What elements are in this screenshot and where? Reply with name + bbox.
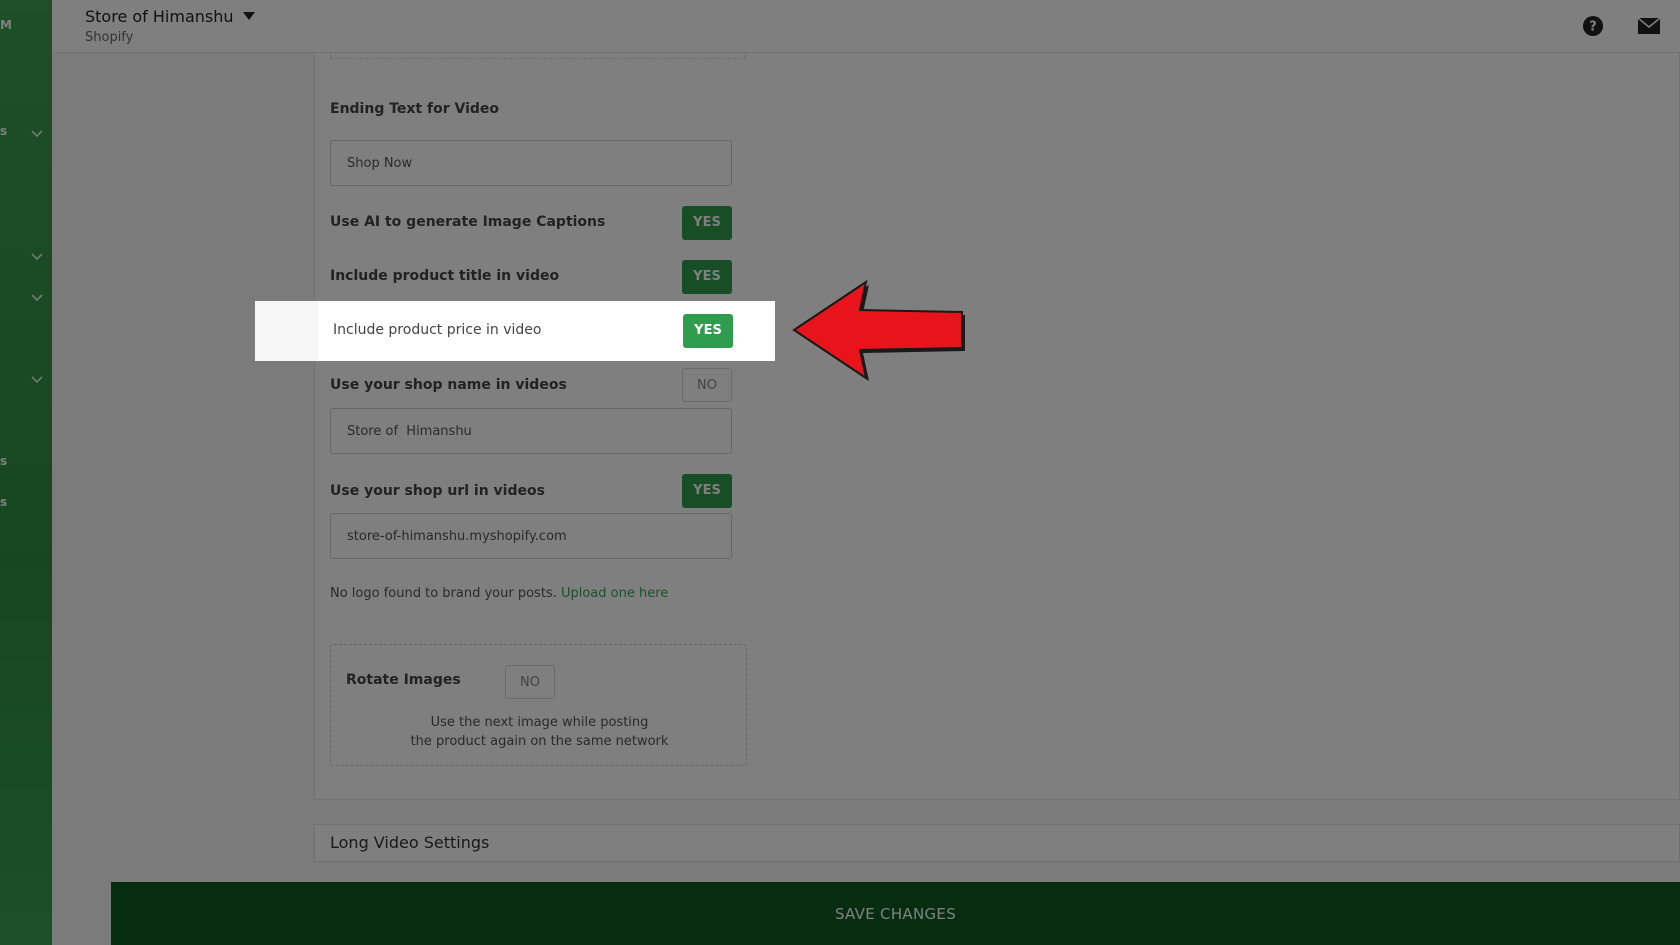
chevron-down-icon[interactable]	[30, 126, 44, 140]
shop-url-label: Use your shop url in videos	[330, 483, 545, 499]
top-header: Store of Himanshu Shopify ?	[52, 0, 1680, 53]
svg-text:?: ?	[1589, 20, 1597, 35]
chevron-down-icon[interactable]	[30, 290, 44, 304]
rotate-images-box: Rotate Images NO Use the next image whil…	[330, 644, 747, 766]
save-bar: SAVE CHANGES	[111, 882, 1680, 945]
mail-icon[interactable]	[1637, 17, 1661, 35]
ai-captions-label: Use AI to generate Image Captions	[330, 214, 606, 230]
product-title-toggle[interactable]: YES	[682, 260, 732, 294]
shop-name-input[interactable]	[330, 408, 732, 454]
previous-field-stub	[330, 53, 746, 59]
ai-captions-toggle[interactable]: YES	[682, 206, 732, 240]
highlighted-row: Include product price in video YES	[255, 301, 775, 361]
sidebar: M s s s	[0, 0, 52, 945]
save-changes-button[interactable]: SAVE CHANGES	[111, 882, 1680, 945]
upload-logo-link[interactable]: Upload one here	[561, 586, 668, 601]
caret-down-icon[interactable]	[241, 10, 257, 22]
long-video-settings-title: Long Video Settings	[330, 833, 490, 852]
chevron-down-icon[interactable]	[30, 249, 44, 263]
sidebar-item-fragment[interactable]: s	[0, 454, 7, 468]
ending-text-input[interactable]	[330, 140, 732, 186]
shop-url-toggle[interactable]: YES	[682, 474, 732, 508]
sidebar-logo-fragment: M	[0, 18, 12, 32]
rotate-images-description: Use the next image while posting the pro…	[331, 713, 748, 751]
shop-name-toggle[interactable]: NO	[682, 368, 732, 402]
red-arrow-pointer-icon	[792, 279, 965, 381]
sidebar-item-fragment[interactable]: s	[0, 495, 7, 509]
rotate-desc-line-1: Use the next image while posting	[430, 715, 649, 730]
logo-note-text: No logo found to brand your posts.	[330, 586, 557, 601]
product-price-label: Include product price in video	[333, 322, 542, 338]
ending-text-label: Ending Text for Video	[330, 101, 500, 117]
shop-url-input[interactable]	[330, 513, 732, 559]
product-price-toggle[interactable]: YES	[683, 314, 733, 348]
chevron-down-icon[interactable]	[30, 372, 44, 386]
logo-note: No logo found to brand your posts. Uploa…	[330, 586, 668, 601]
rotate-images-label: Rotate Images	[346, 672, 461, 688]
store-platform: Shopify	[85, 30, 134, 45]
highlight-left-gutter	[255, 301, 318, 361]
sidebar-item-fragment[interactable]: s	[0, 124, 7, 138]
rotate-desc-line-2: the product again on the same network	[410, 734, 669, 749]
help-circle-icon[interactable]: ?	[1582, 15, 1604, 37]
rotate-images-toggle[interactable]: NO	[505, 665, 555, 699]
shop-name-label: Use your shop name in videos	[330, 377, 567, 393]
long-video-settings-section[interactable]: Long Video Settings	[314, 824, 1680, 862]
store-selector[interactable]: Store of Himanshu	[85, 7, 234, 26]
product-title-label: Include product title in video	[330, 268, 560, 284]
main-content	[52, 52, 1680, 945]
